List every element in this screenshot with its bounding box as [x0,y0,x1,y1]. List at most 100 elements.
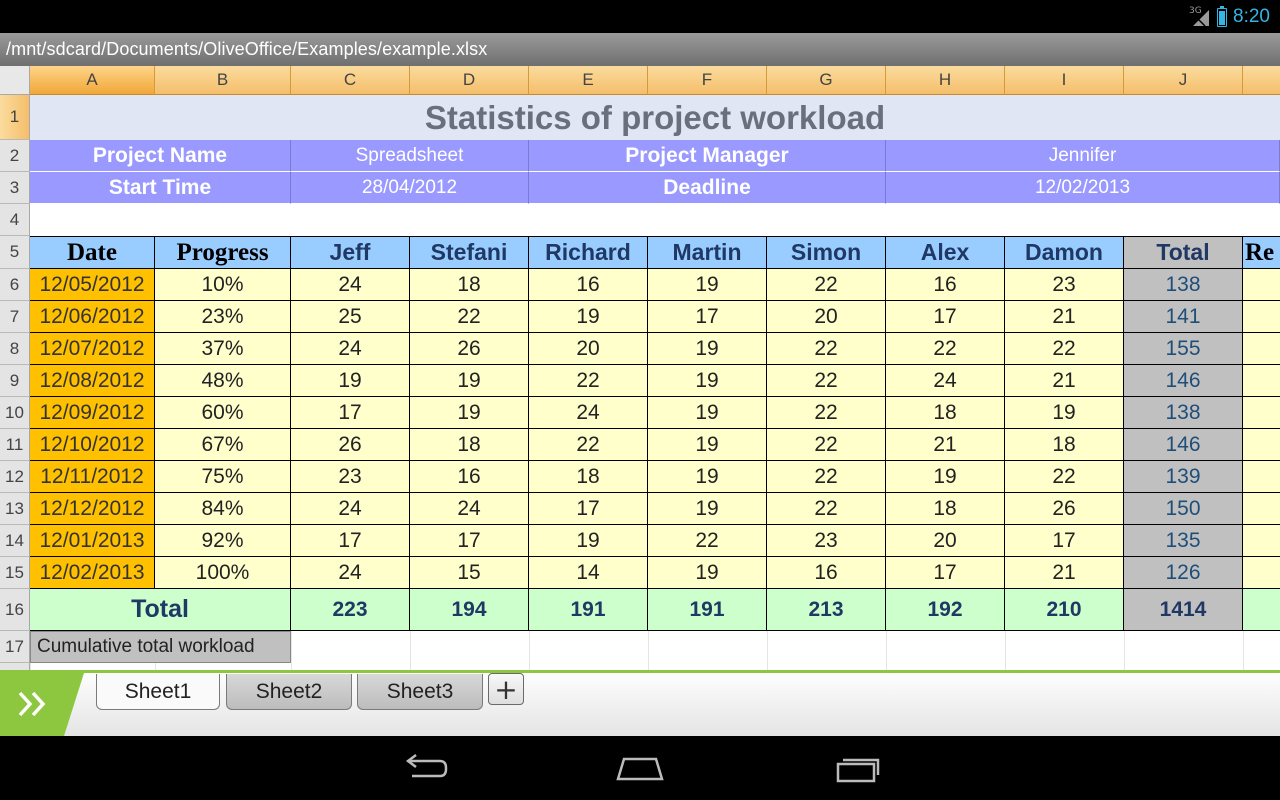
data-cell[interactable]: 20 [886,525,1005,557]
data-cell[interactable]: 17 [886,557,1005,589]
data-cell-overflow[interactable] [1243,397,1280,429]
data-cell[interactable]: 18 [886,397,1005,429]
row-header-12[interactable]: 12 [0,461,30,493]
row-total-cell[interactable]: 135 [1124,525,1243,557]
data-cell[interactable]: 19 [648,461,767,493]
data-cell[interactable]: 21 [1005,365,1124,397]
row-header-10[interactable]: 10 [0,397,30,429]
data-cell[interactable]: 19 [529,525,648,557]
row-header-next[interactable] [0,663,30,670]
data-cell[interactable]: 67% [155,429,291,461]
data-cell-overflow[interactable] [1243,333,1280,365]
data-cell[interactable]: 92% [155,525,291,557]
data-cell[interactable]: 20 [767,301,886,333]
data-cell[interactable]: 16 [767,557,886,589]
data-cell[interactable]: 84% [155,493,291,525]
totals-label[interactable]: Total [30,589,291,631]
row-header-14[interactable]: 14 [0,525,30,557]
header-progress[interactable]: Progress [155,236,291,269]
data-cell[interactable]: 19 [529,301,648,333]
column-header-next[interactable] [1243,66,1280,95]
data-cell[interactable]: 17 [291,525,410,557]
data-cell[interactable]: 26 [410,333,529,365]
data-cell[interactable]: 24 [291,333,410,365]
row-total-cell[interactable]: 138 [1124,269,1243,301]
column-header-G[interactable]: G [767,66,886,95]
data-cell[interactable]: 16 [886,269,1005,301]
column-total-cell[interactable]: 191 [529,589,648,631]
data-cell[interactable]: 22 [767,397,886,429]
column-header-B[interactable]: B [155,66,291,95]
data-cell[interactable]: 19 [410,397,529,429]
data-cell-overflow[interactable] [1243,525,1280,557]
data-cell[interactable]: 17 [886,301,1005,333]
header-damon[interactable]: Damon [1005,236,1124,269]
row-header-11[interactable]: 11 [0,429,30,461]
data-cell[interactable]: 14 [529,557,648,589]
data-cell[interactable]: 19 [648,429,767,461]
row-header-16[interactable]: 16 [0,589,30,631]
row-header-2[interactable]: 2 [0,140,30,172]
date-cell[interactable]: 12/06/2012 [30,301,155,333]
start-time-label[interactable]: Start Time [30,172,291,204]
data-cell[interactable]: 18 [886,493,1005,525]
grand-total-cell[interactable]: 1414 [1124,589,1243,631]
tab-sheet1[interactable]: Sheet1 [96,674,220,710]
column-total-cell[interactable]: 192 [886,589,1005,631]
column-header-F[interactable]: F [648,66,767,95]
data-cell[interactable]: 10% [155,269,291,301]
data-cell[interactable]: 60% [155,397,291,429]
select-all-corner[interactable] [0,66,30,95]
data-cell[interactable]: 19 [291,365,410,397]
data-cell-overflow[interactable] [1243,301,1280,333]
row-header-1[interactable]: 1 [0,95,30,140]
data-cell[interactable]: 17 [529,493,648,525]
data-cell-overflow[interactable] [1243,493,1280,525]
data-cell[interactable]: 22 [886,333,1005,365]
column-total-cell[interactable]: 213 [767,589,886,631]
date-cell[interactable]: 12/10/2012 [30,429,155,461]
tab-sheet2[interactable]: Sheet2 [226,674,352,710]
deadline-value[interactable]: 12/02/2013 [886,172,1280,204]
data-cell[interactable]: 16 [529,269,648,301]
spreadsheet-grid[interactable]: A B C D E F G H I J 1 2 3 4 5 6 7 8 9 10 11 12 13 14 15 16 17 Stati… [0,66,1280,670]
date-cell[interactable]: 12/08/2012 [30,365,155,397]
date-cell[interactable]: 12/02/2013 [30,557,155,589]
data-cell[interactable]: 37% [155,333,291,365]
project-manager-label[interactable]: Project Manager [529,140,886,172]
date-cell[interactable]: 12/09/2012 [30,397,155,429]
date-cell[interactable]: 12/05/2012 [30,269,155,301]
data-cell[interactable]: 22 [767,461,886,493]
data-cell[interactable]: 16 [410,461,529,493]
row-total-cell[interactable]: 126 [1124,557,1243,589]
data-cell[interactable]: 19 [648,493,767,525]
data-cell[interactable]: 23 [291,461,410,493]
data-cell[interactable]: 18 [410,429,529,461]
data-cell[interactable]: 22 [410,301,529,333]
data-cell[interactable]: 22 [529,365,648,397]
data-cell[interactable]: 19 [410,365,529,397]
data-cell-overflow[interactable] [1243,429,1280,461]
header-total[interactable]: Total [1124,236,1243,269]
data-cell[interactable]: 19 [886,461,1005,493]
data-cell[interactable]: 23 [1005,269,1124,301]
back-button[interactable] [394,750,454,786]
row-header-8[interactable]: 8 [0,333,30,365]
data-cell[interactable]: 22 [767,365,886,397]
data-cell[interactable]: 19 [1005,397,1124,429]
header-martin[interactable]: Martin [648,236,767,269]
column-header-D[interactable]: D [410,66,529,95]
row-header-3[interactable]: 3 [0,172,30,204]
data-cell[interactable]: 17 [648,301,767,333]
data-cell[interactable]: 19 [648,365,767,397]
data-cell[interactable]: 19 [648,397,767,429]
column-header-H[interactable]: H [886,66,1005,95]
data-cell[interactable]: 22 [529,429,648,461]
row-total-cell[interactable]: 146 [1124,365,1243,397]
column-total-cell[interactable]: 210 [1005,589,1124,631]
data-cell[interactable]: 24 [291,493,410,525]
data-cell[interactable]: 19 [648,333,767,365]
column-total-cell[interactable]: 191 [648,589,767,631]
data-cell[interactable]: 15 [410,557,529,589]
row-total-cell[interactable]: 141 [1124,301,1243,333]
